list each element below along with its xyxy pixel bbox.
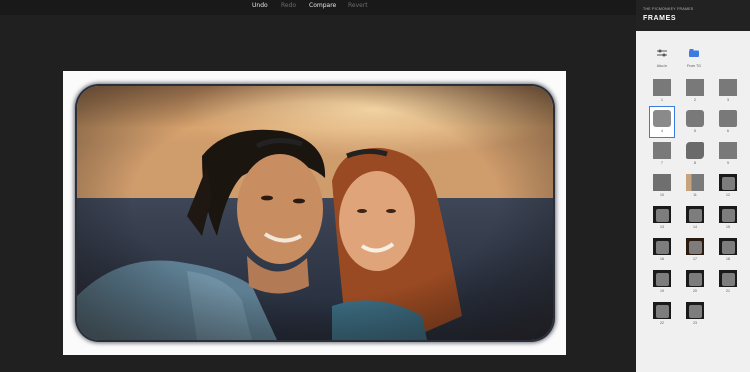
- frame-thumb-12[interactable]: 12: [716, 171, 740, 201]
- frame-thumb-8[interactable]: 8: [683, 139, 707, 169]
- frame-thumb-2[interactable]: 2: [683, 76, 707, 106]
- frame-thumb-3[interactable]: 3: [716, 76, 740, 106]
- sliders-icon: [657, 49, 667, 57]
- photo-frame[interactable]: [63, 71, 566, 355]
- photo[interactable]: [77, 86, 553, 340]
- revert-button[interactable]: Revert: [348, 2, 368, 9]
- photo-image: [77, 86, 553, 340]
- tool-label: From TG: [687, 64, 701, 68]
- frame-thumb-17[interactable]: 17: [683, 235, 707, 265]
- frame-thumb-1[interactable]: 1: [650, 76, 674, 106]
- frame-thumb-14[interactable]: 14: [683, 203, 707, 233]
- frame-thumb-15[interactable]: 15: [716, 203, 740, 233]
- tool-also-in[interactable]: Also in: [651, 44, 673, 68]
- frame-thumb-5[interactable]: 5: [683, 107, 707, 137]
- frame-thumb-7[interactable]: 7: [650, 139, 674, 169]
- tool-from-tg[interactable]: From TG: [683, 44, 705, 68]
- frame-thumb-4[interactable]: 4: [649, 106, 675, 138]
- folder-icon: [689, 49, 699, 57]
- panel-subtitle: THE PICMONKEY FRAMES: [643, 7, 694, 11]
- frame-thumb-10[interactable]: 10: [650, 171, 674, 201]
- redo-button[interactable]: Redo: [281, 2, 296, 9]
- frame-thumb-22[interactable]: 22: [650, 299, 674, 329]
- panel-title: FRAMES: [643, 15, 677, 22]
- tool-label: Also in: [656, 64, 668, 68]
- frame-thumb-19[interactable]: 19: [650, 267, 674, 297]
- undo-button[interactable]: Undo: [252, 2, 268, 9]
- compare-button[interactable]: Compare: [309, 2, 336, 9]
- frame-thumb-11[interactable]: 11: [683, 171, 707, 201]
- frame-thumb-23[interactable]: 23: [683, 299, 707, 329]
- frame-thumb-13[interactable]: 13: [650, 203, 674, 233]
- frame-thumb-6[interactable]: 6: [716, 107, 740, 137]
- frame-thumb-21[interactable]: 21: [716, 267, 740, 297]
- frame-thumb-18[interactable]: 18: [716, 235, 740, 265]
- frame-thumb-20[interactable]: 20: [683, 267, 707, 297]
- panel-header: THE PICMONKEY FRAMES FRAMES: [636, 0, 750, 31]
- top-toolbar: Undo Redo Compare Revert: [0, 0, 636, 15]
- frames-panel: THE PICMONKEY FRAMES FRAMES Also in From…: [636, 0, 750, 372]
- frame-thumb-16[interactable]: 16: [650, 235, 674, 265]
- frame-thumb-9[interactable]: 9: [716, 139, 740, 169]
